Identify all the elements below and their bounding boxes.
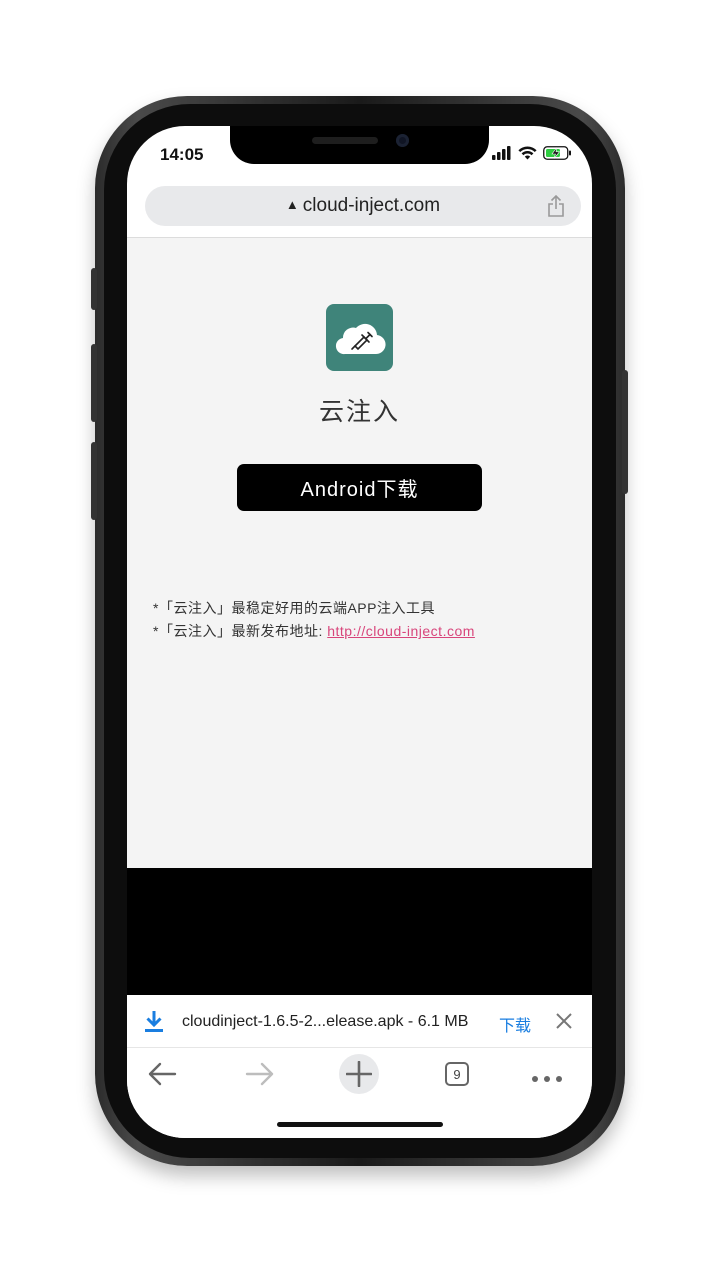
earpiece-speaker <box>312 137 378 144</box>
url-text: cloud-inject.com <box>302 195 441 216</box>
battery-charging-icon <box>543 146 572 165</box>
notch <box>230 126 489 164</box>
close-icon[interactable] <box>554 1011 574 1036</box>
new-tab-icon[interactable] <box>339 1054 379 1094</box>
address-bar[interactable]: ▲ cloud-inject.com <box>145 186 581 226</box>
app-name: 云注入 <box>318 398 400 426</box>
blank-region <box>127 868 592 995</box>
tab-count: 9 <box>445 1062 469 1086</box>
silent-switch <box>91 268 97 310</box>
download-filename: cloudinject-1.6.5-2...elease.apk - 6.1 M… <box>182 1013 469 1030</box>
power-button <box>622 370 628 494</box>
download-icon <box>143 1009 165 1038</box>
cellular-signal-icon <box>492 146 512 165</box>
phone-screen: 14:05 ▲ cloud-inject.com 云注入 Android下载 *… <box>127 126 592 1138</box>
back-icon[interactable] <box>147 1062 177 1091</box>
volume-up-button <box>91 344 97 422</box>
more-icon[interactable] <box>531 1070 563 1088</box>
note-line-2: *「云注入」最新发布地址: http://cloud-inject.com <box>153 621 475 641</box>
status-time: 14:05 <box>160 145 204 164</box>
note-line-2-prefix: *「云注入」最新发布地址: <box>153 623 328 639</box>
android-download-button[interactable]: Android下载 <box>237 464 482 511</box>
cloud-syringe-icon <box>326 304 393 371</box>
forward-icon[interactable] <box>245 1062 275 1091</box>
front-camera <box>396 134 409 147</box>
wifi-icon <box>518 146 537 165</box>
tabs-icon[interactable]: 9 <box>445 1062 469 1086</box>
share-icon[interactable] <box>547 194 565 222</box>
volume-down-button <box>91 442 97 520</box>
download-confirm-button[interactable]: 下载 <box>499 1012 531 1036</box>
home-indicator[interactable] <box>277 1122 443 1127</box>
status-icons <box>492 146 572 165</box>
download-bar: cloudinject-1.6.5-2...elease.apk - 6.1 M… <box>127 995 592 1048</box>
release-address-link[interactable]: http://cloud-inject.com <box>327 623 475 639</box>
note-line-1: *「云注入」最稳定好用的云端APP注入工具 <box>153 600 435 616</box>
web-page: 云注入 Android下载 *「云注入」最稳定好用的云端APP注入工具 *「云注… <box>127 238 592 868</box>
warning-lock-icon: ▲ <box>285 197 299 212</box>
